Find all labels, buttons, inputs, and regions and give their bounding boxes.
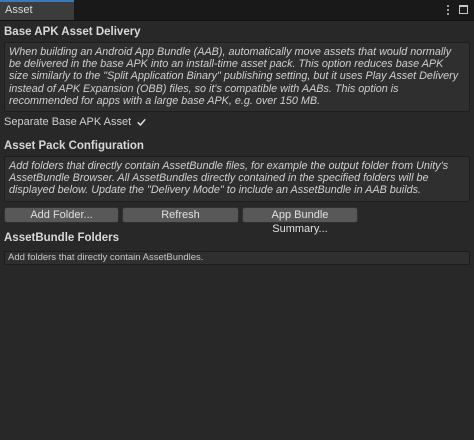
tab-bar: Asset Delivery (0, 0, 474, 33)
refresh-button[interactable]: Refresh (122, 206, 239, 223)
assetbundle-folders-title: AssetBundle Folders (4, 231, 120, 244)
asset-pack-section-title: Asset Pack Configuration (4, 140, 144, 153)
window-controls (444, 2, 470, 18)
add-folder-button[interactable]: Add Folder... (4, 206, 119, 223)
assetbundle-folders-list: Add folders that directly contain AssetB… (4, 250, 470, 265)
asset-pack-button-row: Add Folder... Refresh App Bundle Summary… (4, 206, 470, 235)
checkmark-icon[interactable] (136, 116, 148, 128)
asset-delivery-window: Asset Delivery Base APK Asset Delivery W… (0, 0, 474, 440)
tab-asset-delivery[interactable]: Asset Delivery (0, 0, 74, 33)
separate-base-apk-label: Separate Base APK Asset (4, 116, 132, 129)
base-apk-section-title: Base APK Asset Delivery (4, 26, 141, 38)
asset-pack-help-box: Add folders that directly contain AssetB… (4, 156, 470, 202)
inspector-content: Base APK Asset Delivery When building an… (0, 21, 474, 440)
base-apk-help-box: When building an Android App Bundle (AAB… (4, 42, 470, 113)
app-bundle-summary-button[interactable]: App Bundle Summary... (242, 206, 358, 235)
separate-base-apk-toggle-row[interactable]: Separate Base APK Asset (4, 114, 470, 130)
maximize-icon[interactable] (458, 4, 470, 16)
more-options-icon[interactable] (444, 3, 452, 17)
